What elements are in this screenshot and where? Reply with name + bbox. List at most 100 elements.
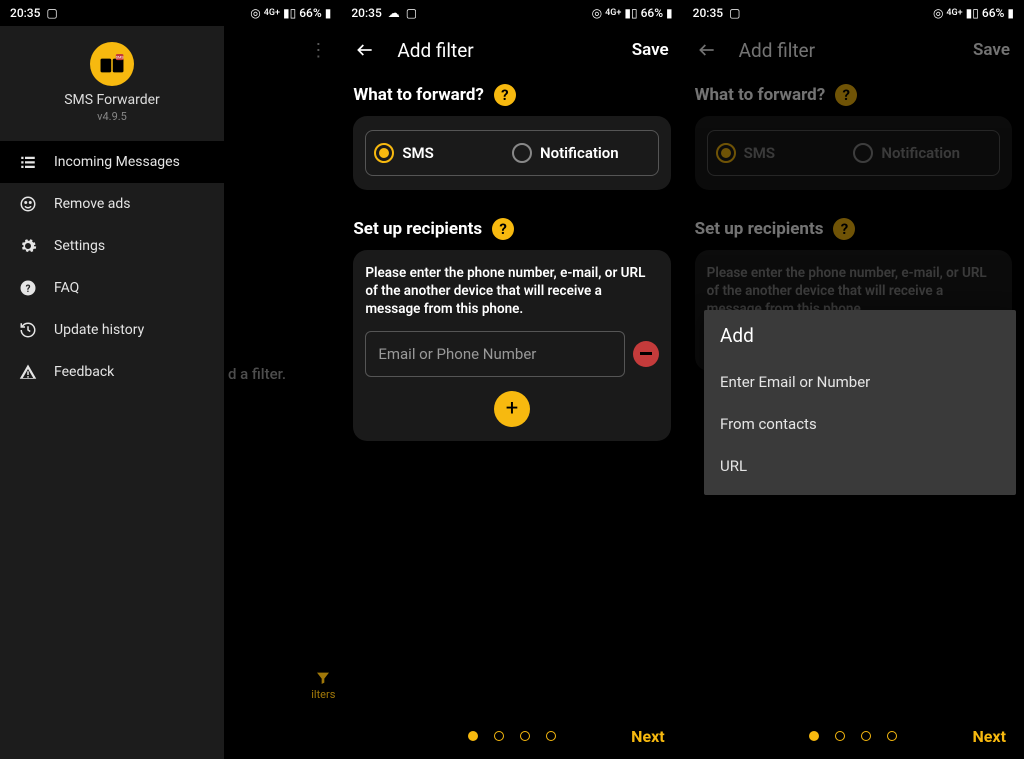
drawer-item-label: FAQ xyxy=(54,280,79,296)
section-what-to-forward: What to forward? ? SMS Notification xyxy=(683,84,1024,190)
section-title: What to forward? xyxy=(353,85,484,105)
cloud-icon: ☁ xyxy=(385,6,400,20)
radio-label: SMS xyxy=(744,144,775,162)
status-time: 20:35 xyxy=(351,6,381,20)
list-icon xyxy=(18,153,38,171)
drawer-item-label: Remove ads xyxy=(54,196,131,212)
radio-icon-checked xyxy=(374,143,394,163)
input-placeholder: Email or Phone Number xyxy=(378,345,536,363)
status-time: 20:35 xyxy=(693,6,723,20)
next-button[interactable]: Next xyxy=(973,727,1006,746)
drawer-item-history[interactable]: Update history xyxy=(0,309,224,351)
history-icon xyxy=(18,321,38,339)
dot-active xyxy=(468,731,478,741)
screen-drawer: 20:35 ▢ ◎ 4G+ ▮▯ 66% ▮ ⋮ d a filter. ilt… xyxy=(0,0,341,759)
drawer-item-feedback[interactable]: Feedback xyxy=(0,351,224,393)
add-recipient-menu: Add Enter Email or Number From contacts … xyxy=(704,310,1016,495)
popup-item-enter[interactable]: Enter Email or Number xyxy=(720,361,1000,403)
svg-text:?: ? xyxy=(26,284,31,295)
screenshot-icon: ▢ xyxy=(726,6,740,20)
section-title: What to forward? xyxy=(695,85,826,105)
signal-icon: ▮▯ xyxy=(966,6,979,20)
remove-recipient-button[interactable] xyxy=(633,341,659,367)
radio-sms[interactable]: SMS xyxy=(374,143,512,163)
next-button[interactable]: Next xyxy=(631,727,664,746)
stepper-footer: Next xyxy=(683,731,1024,741)
dot xyxy=(887,731,897,741)
section-recipients: Set up recipients ? Please enter the pho… xyxy=(341,218,682,441)
screenshot-icon: ▢ xyxy=(403,6,417,20)
drawer-item-incoming[interactable]: Incoming Messages xyxy=(0,141,224,183)
drawer-item-label: Settings xyxy=(54,238,105,254)
app-bar: Add filter Save xyxy=(341,26,682,74)
section-title: Set up recipients xyxy=(695,219,824,239)
battery-icon: ▮ xyxy=(666,6,673,20)
forward-type-card: SMS Notification xyxy=(353,116,670,190)
nav-drawer: SMS SMS Forwarder v4.9.5 Incoming Messag… xyxy=(0,26,224,759)
network-icon: 4G+ xyxy=(946,8,962,18)
screen-add-popup: 20:35 ▢ ◎ 4G+ ▮▯ 66% ▮ Add filter Save W… xyxy=(683,0,1024,759)
page-dots xyxy=(468,731,556,741)
app-logo-icon: SMS xyxy=(99,54,125,74)
help-button[interactable]: ? xyxy=(835,84,857,106)
dot-active xyxy=(809,731,819,741)
drawer-item-settings[interactable]: Settings xyxy=(0,225,224,267)
save-button[interactable]: Save xyxy=(632,40,669,60)
battery-text: 66% xyxy=(982,6,1004,20)
app-version: v4.9.5 xyxy=(97,110,127,123)
app-logo: SMS xyxy=(90,42,134,86)
popup-title: Add xyxy=(720,324,1000,347)
arrow-left-icon xyxy=(697,40,717,60)
help-button[interactable]: ? xyxy=(833,218,855,240)
dot xyxy=(494,731,504,741)
app-name: SMS Forwarder xyxy=(64,92,160,108)
drawer-item-label: Update history xyxy=(54,322,144,338)
popup-item-url[interactable]: URL xyxy=(720,445,1000,487)
recipients-card: Please enter the phone number, e-mail, o… xyxy=(353,250,670,441)
radio-label: SMS xyxy=(402,144,433,162)
signal-icon: ▮▯ xyxy=(624,6,637,20)
instruction-text: Please enter the phone number, e-mail, o… xyxy=(365,264,658,319)
recipient-input[interactable]: Email or Phone Number xyxy=(365,331,624,377)
add-recipient-button[interactable]: + xyxy=(494,391,530,427)
help-icon: ? xyxy=(18,279,38,297)
dot xyxy=(835,731,845,741)
popup-item-contacts[interactable]: From contacts xyxy=(720,403,1000,445)
gear-icon xyxy=(18,237,38,255)
svg-text:SMS: SMS xyxy=(116,55,125,60)
app-bar: Add filter Save xyxy=(683,26,1024,74)
radio-notification[interactable]: Notification xyxy=(512,143,650,163)
battery-icon: ▮ xyxy=(1007,6,1014,20)
radio-icon xyxy=(853,143,873,163)
save-button[interactable]: Save xyxy=(973,40,1010,60)
section-title: Set up recipients xyxy=(353,219,482,239)
drawer-item-label: Incoming Messages xyxy=(54,154,180,170)
radio-icon-checked xyxy=(716,143,736,163)
help-button[interactable]: ? xyxy=(494,84,516,106)
radio-icon xyxy=(512,143,532,163)
drawer-header: SMS SMS Forwarder v4.9.5 xyxy=(0,26,224,141)
section-what-to-forward: What to forward? ? SMS Notification xyxy=(341,84,682,190)
forward-type-card: SMS Notification xyxy=(695,116,1012,190)
dot xyxy=(520,731,530,741)
radio-label: Notification xyxy=(540,144,619,162)
back-button[interactable] xyxy=(355,40,375,60)
page-title: Add filter xyxy=(739,39,973,62)
status-bar: 20:35 ▢ ◎ 4G+ ▮▯ 66% ▮ xyxy=(683,0,1024,26)
hotspot-icon: ◎ xyxy=(592,6,602,20)
help-button[interactable]: ? xyxy=(492,218,514,240)
radio-notification[interactable]: Notification xyxy=(853,143,991,163)
page-title: Add filter xyxy=(397,39,631,62)
dot xyxy=(861,731,871,741)
back-button[interactable] xyxy=(697,40,717,60)
dot xyxy=(546,731,556,741)
warning-icon xyxy=(18,363,38,381)
stepper-footer: Next xyxy=(341,731,682,741)
battery-text: 66% xyxy=(641,6,663,20)
radio-sms[interactable]: SMS xyxy=(716,143,854,163)
drawer-item-faq[interactable]: ? FAQ xyxy=(0,267,224,309)
network-icon: 4G+ xyxy=(605,8,621,18)
drawer-item-remove-ads[interactable]: Remove ads xyxy=(0,183,224,225)
page-dots xyxy=(809,731,897,741)
radio-label: Notification xyxy=(881,144,960,162)
